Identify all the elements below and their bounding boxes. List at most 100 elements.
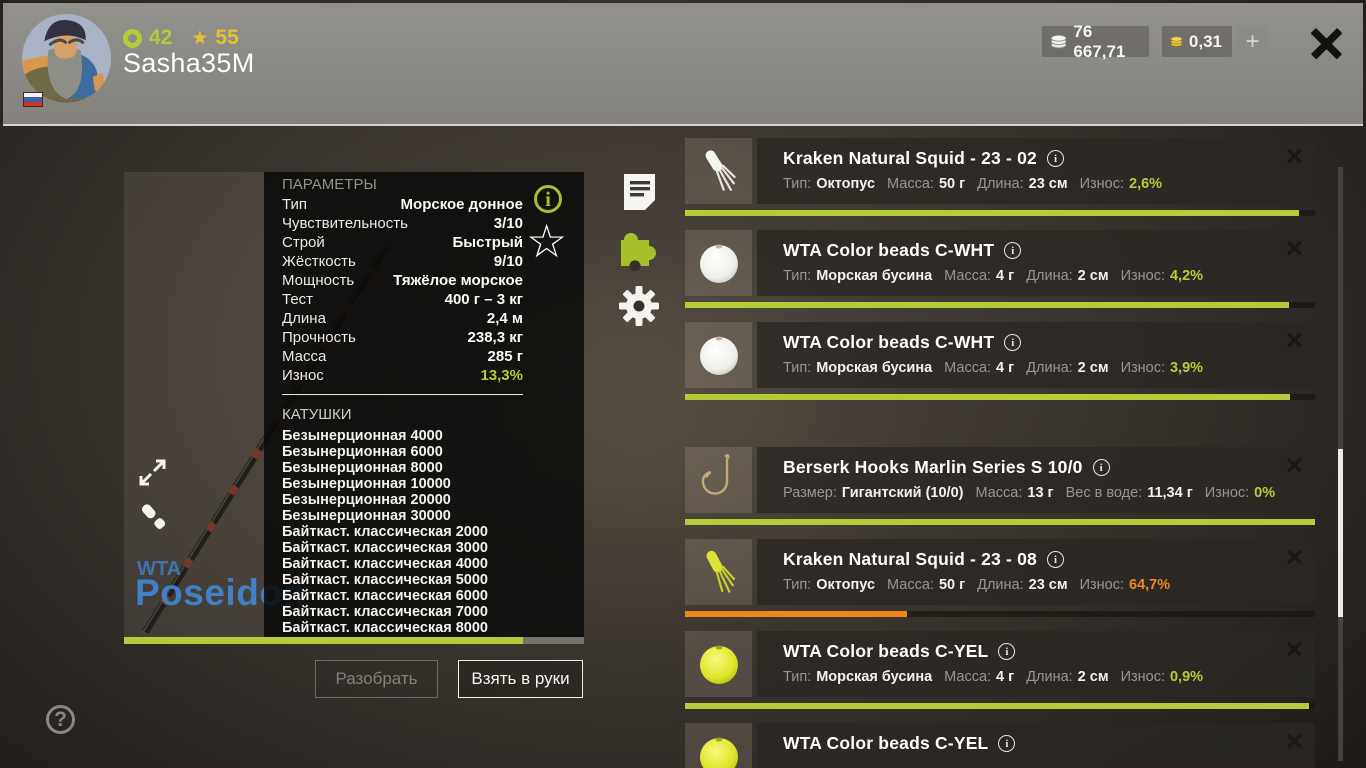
spec-label: Тип: (783, 176, 811, 192)
inventory-item: WTA Color beads C-YELiТип:Морская бусина… (685, 631, 1315, 709)
item-durability-bar (685, 210, 1315, 216)
inventory-item-card[interactable]: WTA Color beads C-YELiТип:Морская бусина… (757, 631, 1315, 697)
inventory-item: WTA Color beads C-YEL i × (685, 723, 1315, 768)
divider (282, 394, 523, 395)
reel-row: Безынерционная 20000 (282, 492, 523, 508)
gold-coins-icon (1170, 33, 1183, 50)
param-row: Тест400 г – 3 кг (282, 290, 523, 309)
remove-item-button[interactable]: × (1285, 142, 1303, 172)
spec-label: Масса: (944, 360, 991, 376)
silver-coins-icon (1050, 33, 1067, 50)
param-value: 2,4 м (487, 310, 523, 327)
inventory-item-card[interactable]: Berserk Hooks Marlin Series S 10/0iРазме… (757, 447, 1315, 513)
info-icon[interactable]: i (1004, 242, 1021, 259)
help-button[interactable]: ? (46, 705, 75, 734)
spec-value: 0,9% (1170, 669, 1203, 685)
info-icon[interactable]: i (1004, 334, 1021, 351)
parameters-title: ПАРАМЕТРЫ (282, 176, 523, 195)
spec-label: Длина: (1026, 268, 1072, 284)
squid-white-icon (685, 138, 752, 204)
inventory-item: Berserk Hooks Marlin Series S 10/0iРазме… (685, 447, 1315, 525)
item-title: WTA Color beads C-YEL (783, 733, 988, 754)
spec-value: 4 г (996, 360, 1014, 376)
inventory-list: Kraken Natural Squid - 23 - 02iТип:Октоп… (685, 138, 1315, 768)
tab-notes[interactable] (616, 172, 662, 214)
avatar-image (22, 14, 111, 103)
reel-row: Безынерционная 30000 (282, 508, 523, 524)
spec-label: Износ: (1080, 577, 1124, 593)
disassemble-button[interactable]: Разобрать (315, 660, 438, 698)
scrollbar-thumb[interactable] (1338, 449, 1343, 617)
reel-row: Байткаст. классическая 5000 (282, 572, 523, 588)
remove-item-button[interactable]: × (1285, 543, 1303, 573)
scrollbar-track[interactable] (1338, 167, 1343, 761)
inventory-item-row: WTA Color beads C-WHTiТип:Морская бусина… (685, 322, 1315, 388)
squid-lure-white-image (692, 143, 746, 199)
param-row: Длина2,4 м (282, 309, 523, 328)
inventory-item-card[interactable]: WTA Color beads C-WHTiТип:Морская бусина… (757, 230, 1315, 296)
item-specs: Тип:Морская бусинаМасса:4 гДлина:2 смИзн… (783, 360, 1315, 376)
item-title-row: Kraken Natural Squid - 23 - 02i (783, 148, 1315, 169)
item-specs: Тип:ОктопусМасса:50 гДлина:23 смИзнос:2,… (783, 176, 1315, 192)
expand-preview-button[interactable] (136, 456, 169, 492)
parameters-list: ТипМорское донноеЧувствительность3/10Стр… (282, 195, 523, 385)
inventory-item-card[interactable]: WTA Color beads C-YEL i × (757, 723, 1315, 768)
param-value: 3/10 (494, 215, 523, 232)
player-level-row: 42 ★ 55 (123, 27, 239, 49)
edit-marker-button[interactable] (136, 500, 172, 539)
param-row: Жёсткость9/10 (282, 252, 523, 271)
spec-value: 3,9% (1170, 360, 1203, 376)
inventory-item-card[interactable]: Kraken Natural Squid - 23 - 02iТип:Октоп… (757, 138, 1315, 204)
info-icon[interactable]: i (1047, 551, 1064, 568)
spec-label: Размер: (783, 485, 837, 501)
info-icon[interactable]: i (1047, 150, 1064, 167)
item-durability-fill (685, 519, 1315, 525)
param-value: 285 г (488, 348, 523, 365)
spec-label: Масса: (887, 176, 934, 192)
avatar[interactable] (22, 14, 111, 103)
bead-white-image (692, 327, 746, 383)
param-row: Износ13,3% (282, 366, 523, 385)
remove-item-button[interactable]: × (1285, 451, 1303, 481)
inventory-item-card[interactable]: WTA Color beads C-WHTiТип:Морская бусина… (757, 322, 1315, 388)
item-title-row: Kraken Natural Squid - 23 - 08i (783, 549, 1315, 570)
take-in-hands-button[interactable]: Взять в руки (458, 660, 583, 698)
spec-value: Гигантский (10/0) (842, 485, 964, 501)
param-label: Износ (282, 367, 324, 384)
info-icon[interactable]: i (998, 643, 1015, 660)
spec-value: 4 г (996, 268, 1014, 284)
spec-value: 0% (1254, 485, 1275, 501)
squid-yellow-icon (685, 539, 752, 605)
gear-icon (618, 285, 660, 327)
spec-value: Морская бусина (816, 360, 932, 376)
spec-value: 50 г (939, 577, 965, 593)
tab-settings[interactable] (616, 286, 662, 328)
reel-row: Безынерционная 6000 (282, 444, 523, 460)
spec-value: 50 г (939, 176, 965, 192)
player-level: 42 (149, 26, 172, 50)
spec-label: Длина: (1026, 360, 1072, 376)
info-icon[interactable]: i (998, 735, 1015, 752)
close-x-icon (1310, 27, 1343, 60)
reel-row: Байткаст. классическая 3000 (282, 540, 523, 556)
close-screen-button[interactable] (1310, 27, 1343, 60)
info-icon[interactable]: i (1093, 459, 1110, 476)
bead-white-image (692, 235, 746, 291)
item-title: WTA Color beads C-YEL (783, 641, 988, 662)
player-header-bar: 42 ★ 55 Sasha35M 76 667,71 (3, 3, 1363, 126)
remove-item-button[interactable]: × (1285, 727, 1303, 757)
spec-label: Длина: (1026, 669, 1072, 685)
remove-item-button[interactable]: × (1285, 635, 1303, 665)
item-info-button[interactable]: i (534, 185, 562, 213)
remove-item-button[interactable]: × (1285, 326, 1303, 356)
tab-components[interactable] (616, 229, 662, 271)
spec-label: Масса: (944, 268, 991, 284)
remove-item-button[interactable]: × (1285, 234, 1303, 264)
rod-durability-bar (124, 637, 584, 644)
inventory-item: WTA Color beads C-WHTiТип:Морская бусина… (685, 230, 1315, 308)
favorite-star-button[interactable]: ☆ (526, 218, 567, 264)
spec-value: 4 г (996, 669, 1014, 685)
bead-white-icon (685, 322, 752, 388)
inventory-item-card[interactable]: Kraken Natural Squid - 23 - 08iТип:Октоп… (757, 539, 1315, 605)
add-money-button[interactable]: + (1237, 26, 1268, 57)
